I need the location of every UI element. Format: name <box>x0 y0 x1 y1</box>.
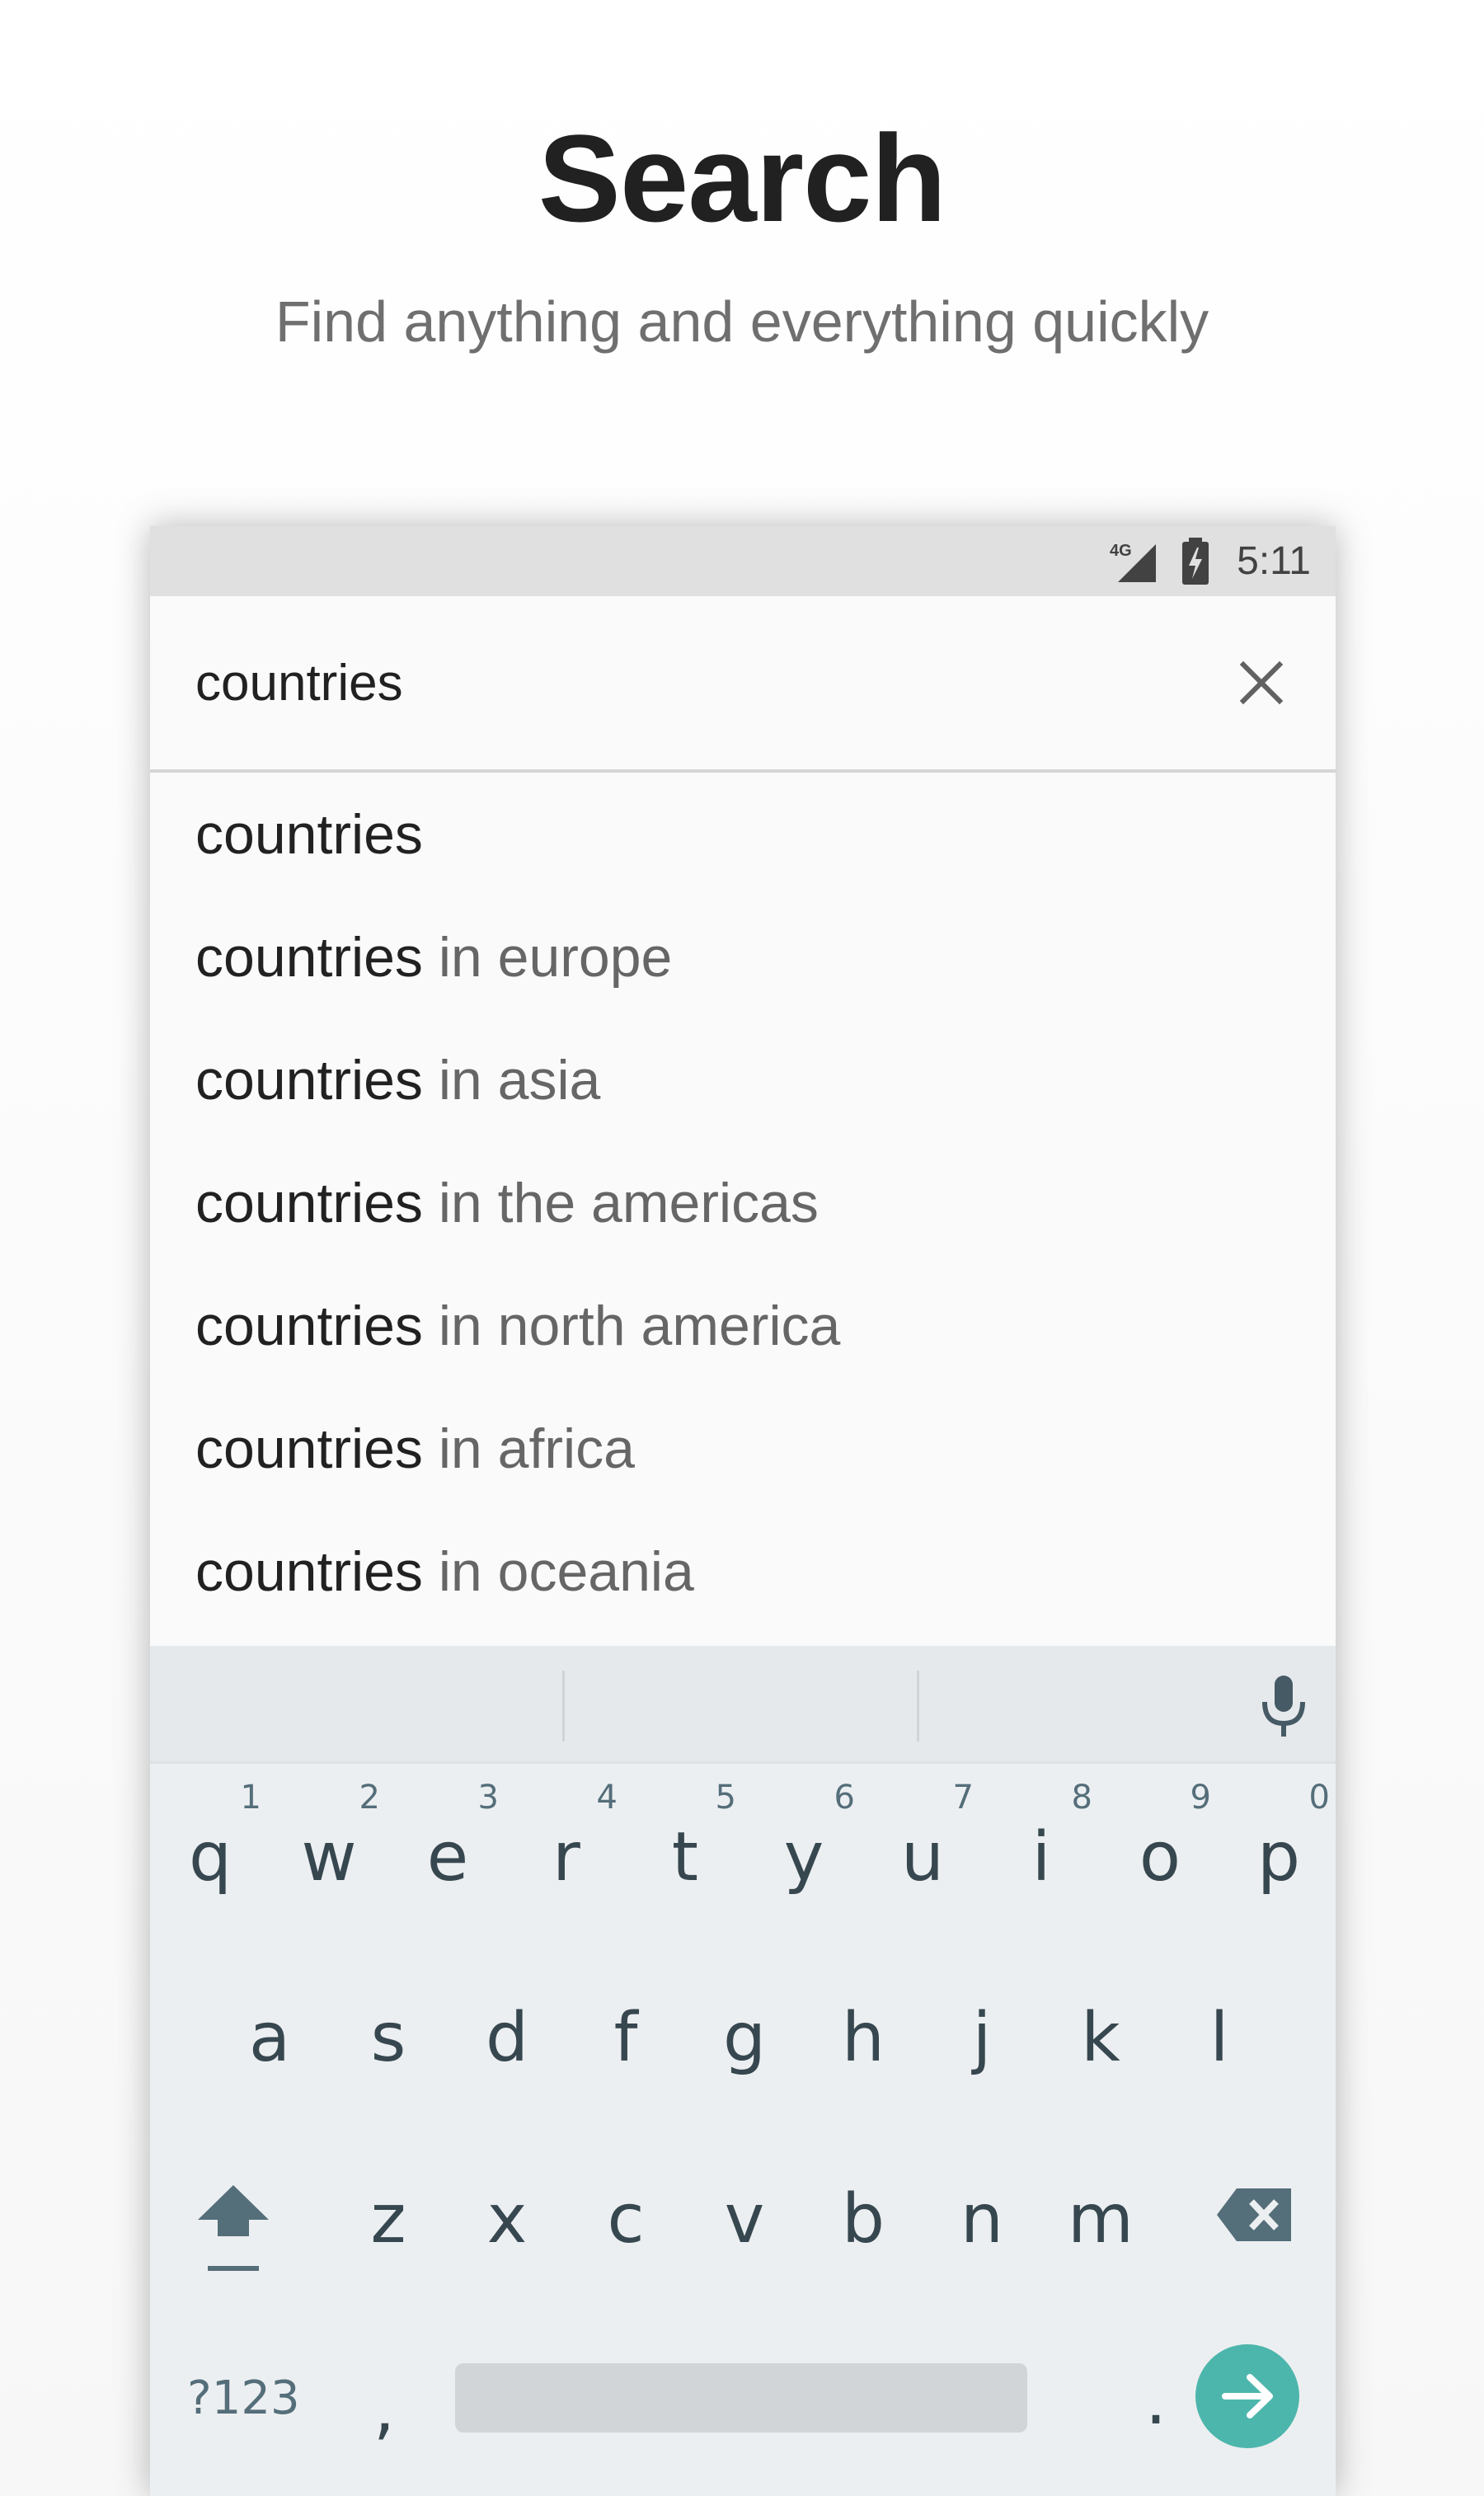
key-number-hint: 7 <box>952 1779 974 1817</box>
key-label: x <box>486 2180 528 2259</box>
key-m[interactable]: m <box>1041 2180 1160 2259</box>
promo-subtitle: Find anything and everything quickly <box>275 289 1209 354</box>
key-o[interactable]: o9 <box>1101 1779 1219 1897</box>
key-label: i <box>1031 1818 1051 1897</box>
key-t[interactable]: t5 <box>626 1779 744 1897</box>
key-f[interactable]: f <box>566 1999 685 2077</box>
key-l[interactable]: l <box>1160 1999 1279 2077</box>
key-p[interactable]: p0 <box>1219 1779 1336 1897</box>
backspace-icon[interactable] <box>1217 2188 1291 2241</box>
key-label: c <box>607 2180 645 2259</box>
key-label: g <box>722 1999 767 2077</box>
key-u[interactable]: u7 <box>863 1779 982 1897</box>
key-label: l <box>1209 1999 1229 2077</box>
key-label: , <box>373 2370 396 2448</box>
key-number-hint: 1 <box>240 1779 261 1817</box>
key-label: a <box>248 1999 291 2077</box>
key-e[interactable]: e3 <box>388 1779 507 1897</box>
key-number-hint: 9 <box>1190 1779 1211 1817</box>
key-label: . <box>1144 2362 1167 2440</box>
key-n[interactable]: n <box>923 2180 1041 2259</box>
key-label: h <box>842 1999 885 2077</box>
key-number-hint: 4 <box>596 1779 618 1817</box>
key-w[interactable]: w2 <box>270 1779 388 1897</box>
key-label: s <box>370 1999 406 2077</box>
key-a[interactable]: a <box>210 1999 329 2077</box>
key-label: v <box>724 2180 765 2259</box>
key-r[interactable]: r4 <box>507 1779 626 1897</box>
key-label: z <box>370 2180 406 2259</box>
key-label: u <box>901 1818 944 1897</box>
key-number-hint: 2 <box>359 1779 380 1817</box>
key-label: y <box>783 1818 824 1897</box>
arrow-right-icon <box>1222 2374 1273 2418</box>
key-label: d <box>485 1999 529 2077</box>
key-label: o <box>1139 1818 1181 1897</box>
key-d[interactable]: d <box>448 1999 566 2077</box>
key-label: e <box>426 1818 469 1897</box>
key-label: t <box>671 1818 699 1897</box>
key-label: j <box>972 1999 992 2077</box>
promo-title: Search <box>538 109 946 247</box>
key-q[interactable]: q1 <box>151 1779 270 1897</box>
key-x[interactable]: x <box>448 2180 566 2259</box>
key-number-hint: 0 <box>1308 1779 1330 1817</box>
key-i[interactable]: i8 <box>982 1779 1101 1897</box>
key-number-hint: 8 <box>1071 1779 1092 1817</box>
comma-key[interactable]: , <box>325 2370 444 2448</box>
key-s[interactable]: s <box>329 1999 448 2077</box>
key-j[interactable]: j <box>923 1999 1041 2077</box>
key-label: w <box>301 1818 357 1897</box>
key-label: k <box>1081 1999 1120 2077</box>
shift-icon[interactable] <box>196 2182 270 2281</box>
key-z[interactable]: z <box>329 2180 448 2259</box>
space-bar[interactable] <box>455 2363 1027 2433</box>
key-v[interactable]: v <box>685 2180 804 2259</box>
key-label: f <box>613 1999 638 2077</box>
key-label: m <box>1068 2180 1134 2259</box>
keys-layer: q 1 w 2 e 3 r 4 t 5 y 6 u 7 i 8 o 9 p 0 a s d f g h j k l z x c v b n m ?123… <box>150 526 1336 2496</box>
key-label: p <box>1256 1818 1301 1897</box>
key-label: q <box>188 1818 232 1897</box>
key-h[interactable]: h <box>804 1999 923 2077</box>
key-b[interactable]: b <box>804 2180 923 2259</box>
key-g[interactable]: g <box>685 1999 804 2077</box>
key-y[interactable]: y6 <box>744 1779 863 1897</box>
enter-key[interactable] <box>1195 2344 1299 2448</box>
key-label: b <box>841 2180 885 2259</box>
key-number-hint: 5 <box>715 1779 736 1817</box>
key-k[interactable]: k <box>1041 1999 1160 2077</box>
key-label: r <box>552 1818 580 1897</box>
phone-screen: 4G 5:11 countries countries in europe co… <box>150 526 1336 2496</box>
key-number-hint: 6 <box>834 1779 855 1817</box>
symbols-key[interactable]: ?123 <box>187 2371 300 2425</box>
key-number-hint: 3 <box>477 1779 499 1817</box>
key-label: n <box>960 2180 1003 2259</box>
key-c[interactable]: c <box>566 2180 685 2259</box>
